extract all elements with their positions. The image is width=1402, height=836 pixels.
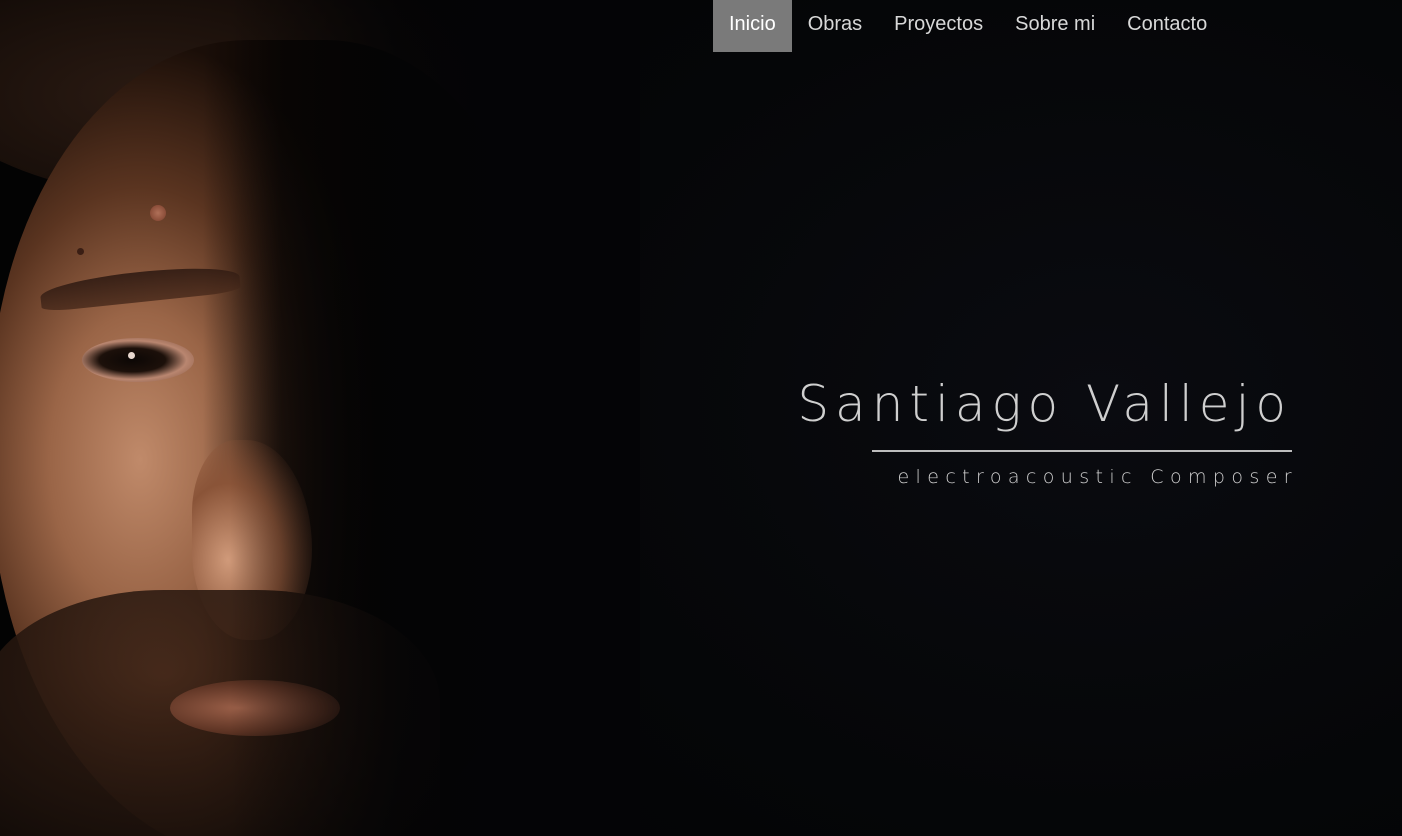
nav-item-label: Contacto [1127,12,1208,35]
portrait-eye [82,338,194,382]
nav-item-obras[interactable]: Obras [792,0,878,52]
nav-item-label: Proyectos [894,12,984,35]
nav-item-label: Sobre mi [1015,12,1096,35]
nav-item-inicio[interactable]: Inicio [713,0,792,52]
hero-title-block: Santiago Vallejo electroacoustic Compose… [797,372,1292,488]
portrait-shadow [230,0,640,836]
portrait-mole [150,205,166,221]
nav-item-sobre-mi[interactable]: Sobre mi [999,0,1111,52]
nav-item-label: Obras [807,12,863,35]
hero-name: Santiago Vallejo [797,375,1292,433]
portrait-mole [77,248,84,255]
hero-divider [872,450,1292,452]
portrait-eye-glint [128,352,135,359]
nav-item-label: Inicio [729,12,776,35]
hero-portrait-image [0,0,640,836]
nav-item-contacto[interactable]: Contacto [1111,0,1223,52]
hero-section: Inicio Obras Proyectos Sobre mi Contacto… [0,0,1402,836]
hero-subtitle: electroacoustic Composer [897,466,1298,488]
nav-item-proyectos[interactable]: Proyectos [878,0,999,52]
main-nav: Inicio Obras Proyectos Sobre mi Contacto [713,0,1223,52]
